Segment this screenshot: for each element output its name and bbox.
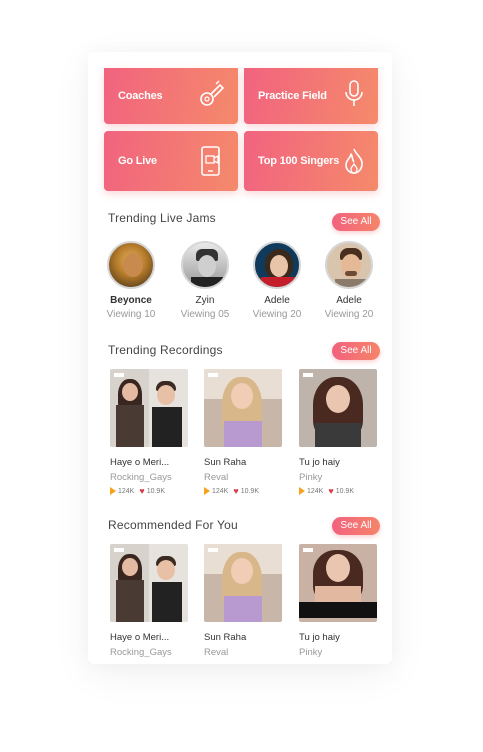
recording-artist: Reval: [204, 472, 229, 483]
coaches-tile[interactable]: Coaches: [104, 68, 238, 124]
recording-card[interactable]: Tu jo haiy Pinky 124K ♥ 10.9K: [299, 369, 377, 496]
like-count: 10.9K: [335, 487, 354, 495]
top-100-singers-label: Top 100 Singers: [258, 155, 340, 167]
recording-thumbnail: [299, 369, 377, 447]
heart-icon: ♥: [233, 486, 239, 496]
live-jam-item[interactable]: Beyonce Viewing 10: [92, 241, 170, 320]
like-count: 10.9K: [240, 487, 259, 495]
avatar: [253, 241, 301, 289]
recording-title: Tu jo haiy: [299, 457, 340, 468]
recordings-see-all-button[interactable]: See All: [332, 342, 380, 360]
play-icon: [204, 487, 210, 495]
recording-card[interactable]: Sun Raha Reval 124K ♥ 10.9K: [204, 369, 282, 496]
recommended-title: Sun Raha: [204, 632, 247, 643]
live-video-icon: [201, 146, 220, 176]
recording-artist: Pinky: [299, 472, 323, 483]
recommended-card[interactable]: Sun Raha Reval: [204, 544, 282, 658]
recording-title: Haye o Meri...: [110, 457, 170, 468]
recording-stats: 124K ♥ 10.9K: [299, 486, 377, 496]
recording-title: Sun Raha: [204, 457, 247, 468]
recording-stats: 124K ♥ 10.9K: [110, 486, 188, 496]
heart-icon: ♥: [328, 486, 334, 496]
practice-field-tile[interactable]: Practice Field: [244, 68, 378, 124]
recording-artist: Rocking_Gays: [110, 472, 172, 483]
recommended-thumbnail: [110, 544, 188, 622]
play-count: 124K: [118, 487, 135, 495]
recommended-artist: Rocking_Gays: [110, 647, 172, 658]
recommended-for-you-title: Recommended For You: [108, 518, 238, 532]
recording-card[interactable]: Haye o Meri... Rocking_Gays 124K ♥ 10.9K: [110, 369, 188, 496]
recording-thumbnail: [204, 369, 282, 447]
avatar: [181, 241, 229, 289]
microphone-icon: [345, 80, 363, 106]
play-icon: [299, 487, 305, 495]
coaches-label: Coaches: [118, 90, 163, 102]
recommended-thumbnail: [204, 544, 282, 622]
practice-field-label: Practice Field: [258, 90, 327, 102]
avatar: [107, 241, 155, 289]
trending-live-jams-title: Trending Live Jams: [108, 211, 216, 225]
play-count: 124K: [307, 487, 324, 495]
live-jam-item[interactable]: Adele Viewing 20: [310, 241, 388, 320]
jam-name: Adele: [336, 295, 362, 306]
recommended-artist: Pinky: [299, 647, 323, 658]
jam-viewing: Viewing 05: [180, 309, 230, 320]
whistle-icon: [200, 80, 225, 106]
live-jam-item[interactable]: Adele Viewing 20: [238, 241, 316, 320]
live-jam-item[interactable]: Zyin Viewing 05: [166, 241, 244, 320]
like-count: 10.9K: [146, 487, 165, 495]
go-live-tile[interactable]: Go Live: [104, 131, 238, 191]
jam-viewing: Viewing 20: [324, 309, 374, 320]
jam-name: Adele: [264, 295, 290, 306]
recommended-card[interactable]: Haye o Meri... Rocking_Gays: [110, 544, 188, 658]
jam-viewing: Viewing 20: [252, 309, 302, 320]
recommended-thumbnail: [299, 544, 377, 622]
recommended-title: Haye o Meri...: [110, 632, 170, 643]
live-jams-see-all-button[interactable]: See All: [332, 213, 380, 231]
recommended-see-all-button[interactable]: See All: [332, 517, 380, 535]
recording-thumbnail: [110, 369, 188, 447]
jam-name: Beyonce: [110, 295, 152, 306]
recommended-card[interactable]: Tu jo haiy Pinky: [299, 544, 377, 658]
trending-recordings-title: Trending Recordings: [108, 343, 223, 357]
play-count: 124K: [212, 487, 229, 495]
jam-viewing: Viewing 10: [106, 309, 156, 320]
jam-name: Zyin: [195, 295, 215, 306]
go-live-label: Go Live: [118, 155, 157, 167]
recommended-title: Tu jo haiy: [299, 632, 340, 643]
play-icon: [110, 487, 116, 495]
recommended-artist: Reval: [204, 647, 229, 658]
avatar: [325, 241, 373, 289]
top-100-singers-tile[interactable]: Top 100 Singers: [244, 131, 378, 191]
flame-icon: [345, 148, 363, 174]
heart-icon: ♥: [139, 486, 145, 496]
recording-stats: 124K ♥ 10.9K: [204, 486, 282, 496]
